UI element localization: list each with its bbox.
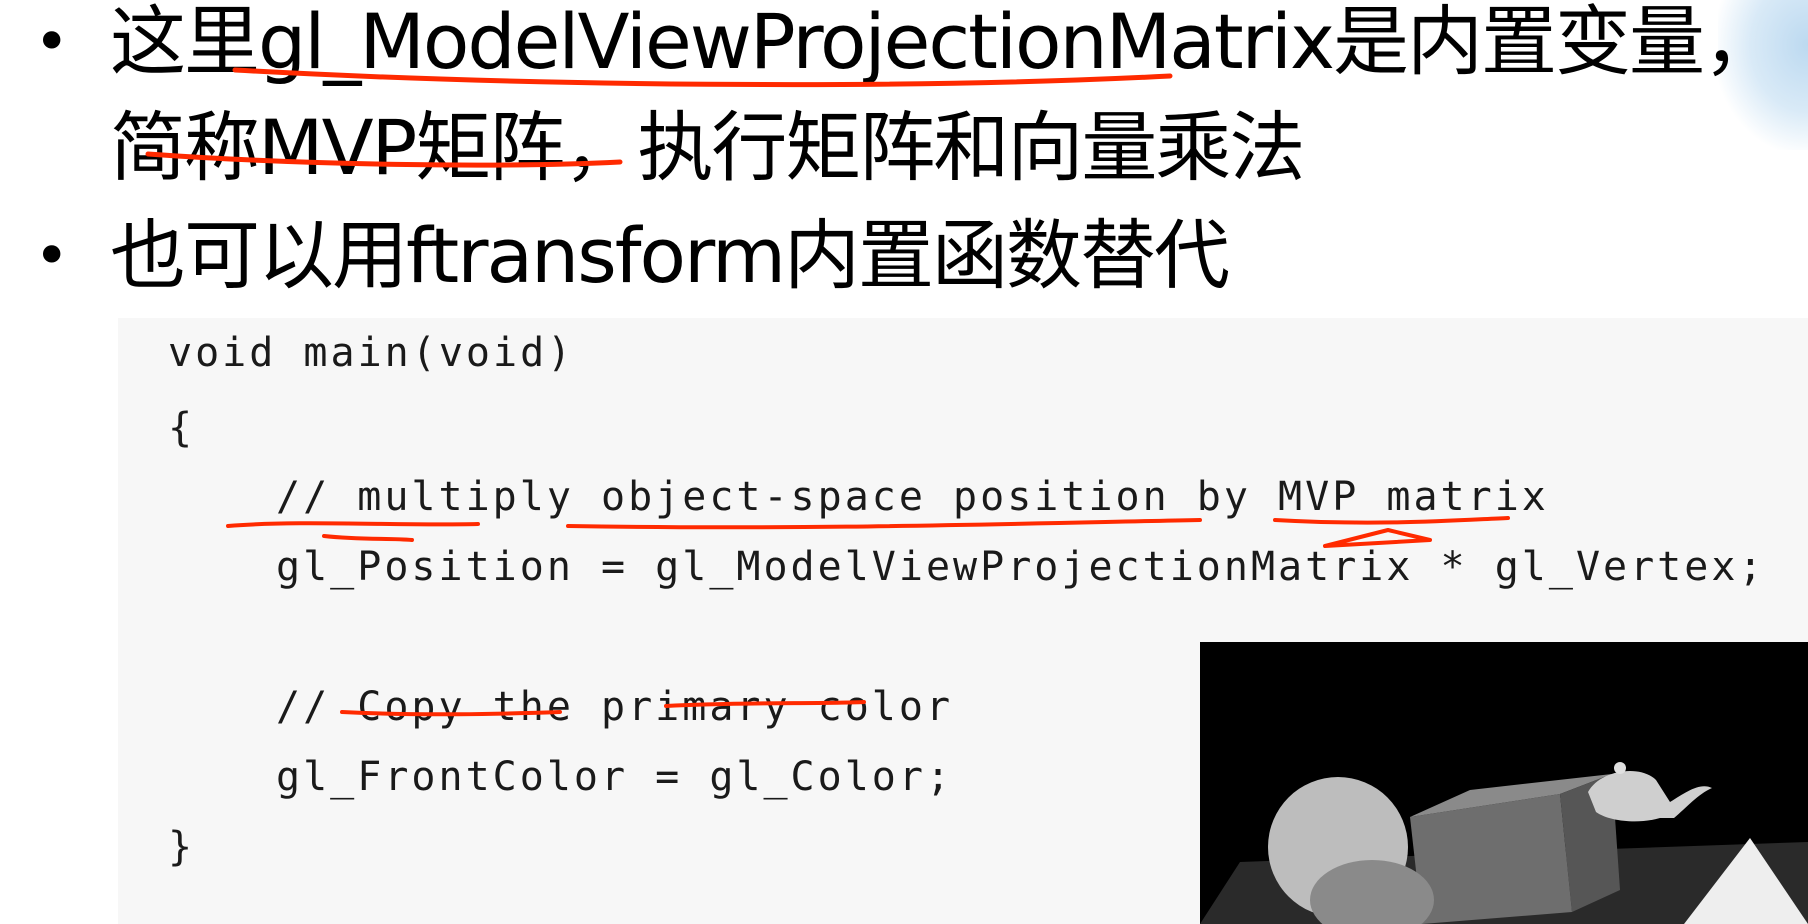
bullet-text: 也可以用ftransform内置函数替代 (110, 211, 1230, 300)
rendered-scene-image (1200, 642, 1808, 924)
teapot-lid-knob (1614, 762, 1626, 774)
code-line-signature: void main(void) (168, 330, 575, 376)
code-line-frontcolor: gl_FrontColor = gl_Color; (276, 754, 954, 800)
bullet-text: 简称MVP矩阵，执行矩阵和向量乘法 (110, 103, 1305, 192)
scene-svg (1200, 642, 1808, 924)
bullet-text: 这里gl_ModelViewProjectionMatrix是内置变量， (110, 0, 1779, 86)
code-line-open-brace: { (168, 405, 196, 451)
cube-front-face (1410, 794, 1572, 924)
code-line-position: gl_Position = gl_ModelViewProjectionMatr… (276, 544, 1766, 590)
slide: • 这里gl_ModelViewProjectionMatrix是内置变量， 简… (0, 0, 1808, 924)
bullet-dot: • (34, 7, 70, 77)
code-line-comment-mvp: // multiply object-space position by MVP… (276, 474, 1549, 520)
bullet-dot: • (34, 221, 70, 291)
code-line-comment-color: // Copy the primary color (276, 684, 954, 730)
code-line-close-brace: } (168, 824, 196, 870)
